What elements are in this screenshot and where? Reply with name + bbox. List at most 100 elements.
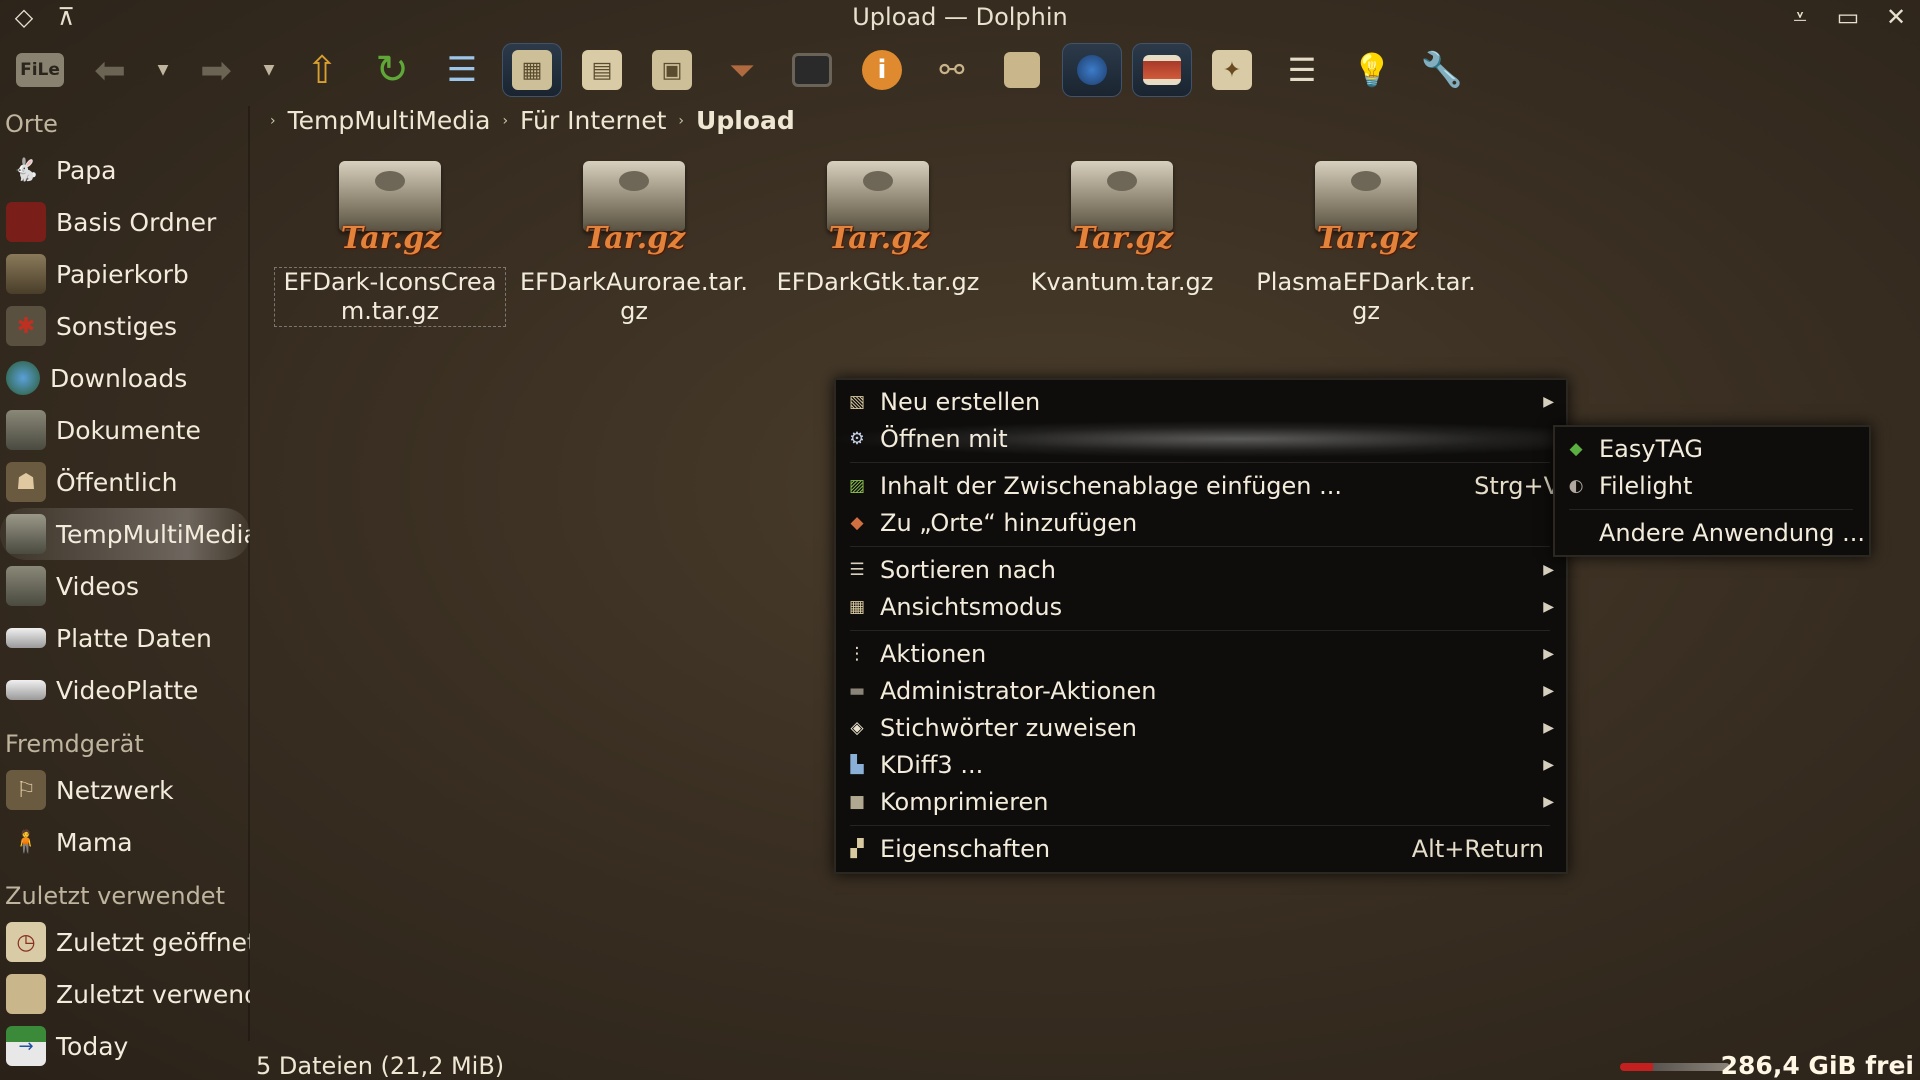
info-icon: i — [862, 50, 902, 90]
place-dokumente[interactable]: Dokumente — [0, 404, 250, 456]
place-videoplatte[interactable]: VideoPlatte — [0, 664, 250, 716]
file-item[interactable]: Tar.gz EFDarkGtk.tar.gz — [756, 155, 1000, 326]
place-oeffentlich[interactable]: ☗ Öffentlich — [0, 456, 250, 508]
menu-item-andere-anwendung[interactable]: Andere Anwendung ... — [1555, 515, 1869, 551]
place-label: Today — [56, 1031, 129, 1061]
star-page-icon: ✦ — [1212, 50, 1252, 90]
misc-folder-icon: ✱ — [6, 306, 46, 346]
place-label: Öffentlich — [56, 467, 178, 497]
info-button[interactable]: i — [852, 43, 912, 97]
place-mama[interactable]: 🧍 Mama — [0, 816, 250, 868]
chevron-down-icon: ▼ — [263, 62, 275, 78]
details-view-button[interactable]: ☰ — [432, 43, 492, 97]
menu-item-filelight[interactable]: ◐ Filelight — [1555, 468, 1869, 504]
menu-item-label: Eigenschaften — [880, 835, 1051, 863]
archive-badge: Tar.gz — [1316, 221, 1418, 256]
place-today[interactable]: → Today — [0, 1020, 250, 1072]
find-button[interactable]: ⚯ — [922, 43, 982, 97]
place-zuletzt-verwendet[interactable]: Zuletzt verwendet — [0, 968, 250, 1020]
menu-item-label: Öffnen mit — [880, 425, 1008, 453]
reload-icon: ↻ — [375, 47, 409, 93]
view-mode-icon: ▦ — [848, 597, 866, 617]
menu-item-aktionen[interactable]: ⋮ Aktionen ▶ — [836, 636, 1566, 672]
menu-item-label: Neu erstellen — [880, 388, 1041, 416]
terminal-icon — [792, 53, 832, 87]
terminal-button[interactable] — [782, 43, 842, 97]
panels-button[interactable]: ☰ — [1272, 43, 1332, 97]
menu-item-neu-erstellen[interactable]: ▧ Neu erstellen ▶ — [836, 384, 1566, 420]
list-icon: ☰ — [1287, 51, 1317, 89]
place-tempmultimedia[interactable]: TempMultiMedia — [0, 508, 250, 560]
split-view-button[interactable] — [1132, 43, 1192, 97]
archive-badge: Tar.gz — [340, 221, 442, 256]
breadcrumb-item[interactable]: Für Internet — [520, 106, 666, 135]
back-dropdown-button[interactable]: ▼ — [150, 43, 176, 97]
place-downloads[interactable]: Downloads — [0, 352, 250, 404]
menu-item-eigenschaften[interactable]: ▞ Eigenschaften Alt+Return — [836, 831, 1566, 867]
archive-icon: Tar.gz — [1307, 155, 1425, 265]
archive-badge: Tar.gz — [828, 221, 930, 256]
drive-icon — [6, 680, 46, 700]
place-platte-daten[interactable]: Platte Daten — [0, 612, 250, 664]
forward-dropdown-button[interactable]: ▼ — [256, 43, 282, 97]
disk-usage-bar[interactable] — [1620, 1063, 1730, 1071]
section-title-orte: Orte — [5, 110, 58, 138]
place-papierkorb[interactable]: Papierkorb — [0, 248, 250, 300]
place-basis-ordner[interactable]: Basis Ordner — [0, 196, 250, 248]
archive-icon: Tar.gz — [575, 155, 693, 265]
menu-item-label: Sortieren nach — [880, 556, 1056, 584]
breadcrumb-item[interactable]: TempMultiMedia — [288, 106, 491, 135]
compact-view-button[interactable]: ▤ — [572, 43, 632, 97]
forward-button[interactable]: ➡ — [186, 43, 246, 97]
bookmark-button[interactable]: ✦ — [1202, 43, 1262, 97]
preview-button[interactable]: ▣ — [642, 43, 702, 97]
file-item[interactable]: Tar.gz EFDark-IconsCream.tar.gz — [268, 155, 512, 327]
breadcrumb-current[interactable]: Upload — [696, 106, 795, 135]
menu-item-komprimieren[interactable]: ■ Komprimieren ▶ — [836, 784, 1566, 820]
reload-button[interactable]: ↻ — [362, 43, 422, 97]
place-zuletzt-geoeffnet[interactable]: ◷ Zuletzt geöffnet — [0, 916, 250, 968]
menu-item-admin-aktionen[interactable]: ▬ Administrator-Aktionen ▶ — [836, 673, 1566, 709]
home-button[interactable]: ⇧ — [292, 43, 352, 97]
file-name: Kvantum.tar.gz — [1030, 268, 1214, 296]
place-videos[interactable]: Videos — [0, 560, 250, 612]
filter-button[interactable]: ⏷ — [712, 43, 772, 97]
icons-view-button[interactable]: ▦ — [502, 43, 562, 97]
file-menu-button[interactable]: FiLe — [10, 43, 70, 97]
recent-locations-icon — [6, 974, 46, 1014]
menu-item-stichwoerter[interactable]: ◈ Stichwörter zuweisen ▶ — [836, 710, 1566, 746]
close-icon[interactable]: ✕ — [1882, 3, 1910, 31]
place-papa[interactable]: 🐇 Papa — [0, 144, 250, 196]
gear-icon: ⚙ — [849, 429, 865, 449]
menu-item-ansichtsmodus[interactable]: ▦ Ansichtsmodus ▶ — [836, 589, 1566, 625]
file-item[interactable]: Tar.gz EFDarkAurorae.tar.gz — [512, 155, 756, 326]
filelight-icon: ◐ — [1568, 476, 1584, 496]
menu-item-paste[interactable]: ▨ Inhalt der Zwischenablage einfügen ...… — [836, 468, 1566, 504]
menu-item-sortieren[interactable]: ☰ Sortieren nach ▶ — [836, 552, 1566, 588]
menu-item-kdiff3[interactable]: ▙ KDiff3 ... ▶ — [836, 747, 1566, 783]
file-item[interactable]: Tar.gz PlasmaEFDark.tar.gz — [1244, 155, 1488, 326]
menu-item-add-to-places[interactable]: ◆ Zu „Orte“ hinzufügen — [836, 505, 1566, 541]
file-name: EFDarkAurorae.tar.gz — [520, 268, 748, 325]
place-netzwerk[interactable]: ⚐ Netzwerk — [0, 764, 250, 816]
maximize-icon[interactable]: ▭ — [1834, 3, 1862, 31]
trash-icon — [6, 254, 46, 294]
places-panel-button[interactable] — [992, 43, 1052, 97]
back-button[interactable]: ⬅ — [80, 43, 140, 97]
kdiff3-icon: ▙ — [850, 755, 864, 775]
settings-button[interactable]: 🔧 — [1412, 43, 1472, 97]
preview-icon: ▣ — [652, 50, 692, 90]
minimize-icon[interactable]: ⩡ — [1786, 3, 1814, 31]
menu-item-label: Filelight — [1599, 472, 1693, 500]
network-icon: ⚐ — [6, 770, 46, 810]
file-item[interactable]: Tar.gz Kvantum.tar.gz — [1000, 155, 1244, 326]
chevron-right-icon: ▶ — [1543, 683, 1554, 699]
menu-item-easytag[interactable]: ◆ EasyTAG — [1555, 431, 1869, 467]
globe-button[interactable] — [1062, 43, 1122, 97]
paste-icon: ▨ — [848, 476, 866, 496]
panel-divider[interactable] — [248, 106, 250, 1041]
place-sonstiges[interactable]: ✱ Sonstiges — [0, 300, 250, 352]
tips-button[interactable]: 💡 — [1342, 43, 1402, 97]
forward-arrow-icon: ➡ — [200, 48, 232, 92]
menu-item-oeffnen-mit[interactable]: ⚙ Öffnen mit — [836, 421, 1566, 457]
